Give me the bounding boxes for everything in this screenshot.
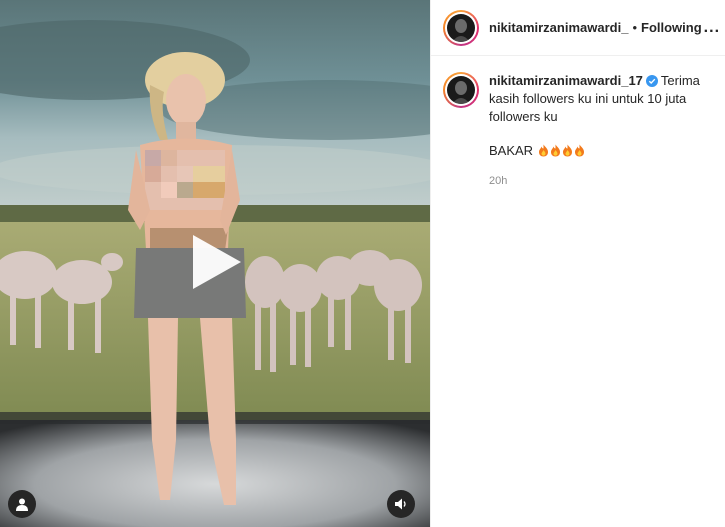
separator-dot: • (632, 20, 638, 35)
fire-emoji-icon (574, 144, 584, 157)
caption-comment: nikitamirzanimawardi_17 Terima kasih foll… (431, 56, 725, 190)
caption-line-2: BAKAR (489, 142, 715, 160)
play-icon (193, 235, 241, 289)
caption-avatar[interactable] (443, 72, 479, 108)
post-side-panel: nikitamirzanimawardi_ • Following ... ni… (430, 0, 725, 527)
user-tags-button[interactable] (8, 490, 36, 518)
sound-toggle-button[interactable] (387, 490, 415, 518)
caption-username[interactable]: nikitamirzanimawardi_17 (489, 73, 643, 88)
caption-body: nikitamirzanimawardi_17 Terima kasih foll… (489, 72, 715, 190)
avatar[interactable] (443, 9, 479, 46)
header-username[interactable]: nikitamirzanimawardi_ (489, 20, 628, 35)
play-button[interactable] (186, 232, 246, 292)
following-button[interactable]: Following (641, 20, 702, 35)
caption-avatar-image (447, 76, 475, 104)
sound-icon (395, 498, 406, 510)
verified-badge-icon (645, 75, 658, 87)
post-video[interactable] (0, 0, 430, 527)
fire-emoji-icon (562, 144, 572, 157)
instagram-post: nikitamirzanimawardi_ • Following ... ni… (0, 0, 725, 527)
more-options-icon[interactable]: ... (702, 19, 722, 37)
user-tag-icon (16, 498, 28, 511)
caption-bakar: BAKAR (489, 143, 534, 158)
post-timestamp[interactable]: 20h (489, 172, 715, 190)
fire-emoji-icon (538, 144, 548, 157)
fire-emoji-icon (550, 144, 560, 157)
avatar-image (447, 13, 475, 42)
post-header: nikitamirzanimawardi_ • Following ... (431, 0, 725, 56)
